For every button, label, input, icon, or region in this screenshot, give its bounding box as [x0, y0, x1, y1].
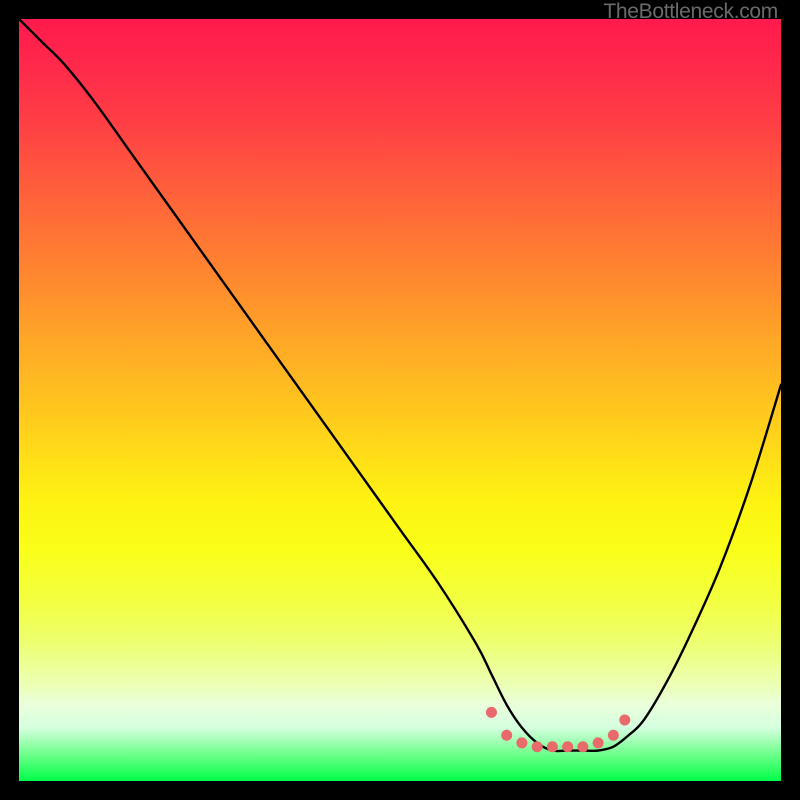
marker-dot	[577, 741, 588, 752]
highlight-markers	[486, 707, 630, 752]
marker-dot	[619, 715, 630, 726]
attribution-text: TheBottleneck.com	[603, 0, 778, 24]
marker-dot	[562, 741, 573, 752]
marker-dot	[547, 741, 558, 752]
marker-dot	[593, 737, 604, 748]
marker-dot	[501, 730, 512, 741]
chart-svg	[19, 19, 781, 781]
marker-dot	[486, 707, 497, 718]
marker-dot	[608, 730, 619, 741]
chart-container: TheBottleneck.com	[0, 0, 800, 800]
marker-dot	[516, 737, 527, 748]
bottleneck-curve	[19, 19, 781, 751]
marker-dot	[532, 741, 543, 752]
